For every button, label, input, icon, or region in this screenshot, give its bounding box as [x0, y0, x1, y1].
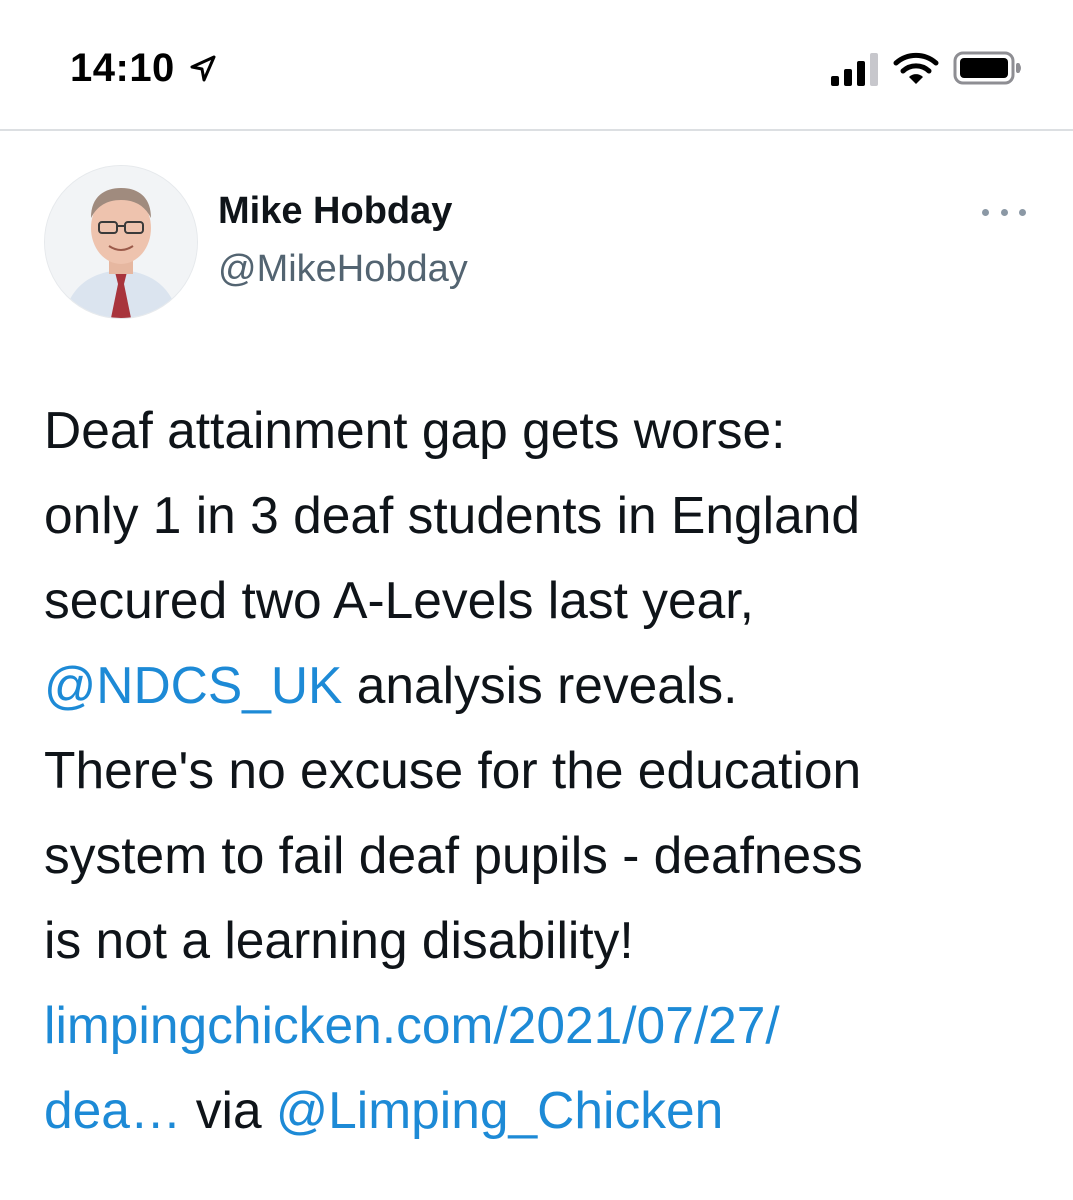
- avatar[interactable]: [44, 165, 198, 319]
- tweet-line: limpingchicken.com/2021/07/27/: [44, 983, 1044, 1068]
- more-horizontal-icon: [1000, 208, 1008, 216]
- profile-photo: [45, 166, 197, 318]
- more-options-button[interactable]: [982, 202, 1026, 222]
- wifi-icon: [893, 52, 939, 84]
- tweet-line: Deaf attainment gap gets worse:: [44, 401, 786, 459]
- tweet-line: dea… via @Limping_Chicken: [44, 1068, 1044, 1153]
- author-handle[interactable]: @MikeHobday: [218, 248, 468, 291]
- mention-link-ndcs[interactable]: @NDCS_UK: [44, 656, 342, 714]
- more-horizontal-icon: [982, 208, 989, 216]
- header-divider: [0, 129, 1073, 131]
- status-time: 14:10: [70, 46, 175, 90]
- status-bar: 14:10: [0, 0, 1073, 130]
- tweet-text: Deaf attainment gap gets worse: only 1 i…: [44, 388, 1044, 1153]
- tweet-line: There's no excuse for the education: [44, 741, 862, 799]
- location-arrow-icon: [190, 55, 216, 82]
- battery-icon: [953, 51, 1021, 85]
- cellular-signal-icon: [831, 53, 878, 86]
- article-url-link[interactable]: limpingchicken.com/2021/07/27/: [44, 996, 780, 1054]
- tweet-line: @NDCS_UK analysis reveals.: [44, 643, 1044, 728]
- author-name[interactable]: Mike Hobday: [218, 190, 452, 233]
- tweet-text-fragment: analysis reveals.: [342, 656, 738, 714]
- tweet-line: system to fail deaf pupils - deafness: [44, 826, 863, 884]
- via-text: via: [181, 1081, 276, 1139]
- tweet-line: secured two A-Levels last year,: [44, 571, 754, 629]
- tweet-line: only 1 in 3 deaf students in England: [44, 486, 861, 544]
- more-horizontal-icon: [1019, 208, 1026, 216]
- article-url-link-continued[interactable]: dea…: [44, 1081, 181, 1139]
- tweet-line: is not a learning disability!: [44, 911, 634, 969]
- mention-link-limping-chicken[interactable]: @Limping_Chicken: [276, 1081, 723, 1139]
